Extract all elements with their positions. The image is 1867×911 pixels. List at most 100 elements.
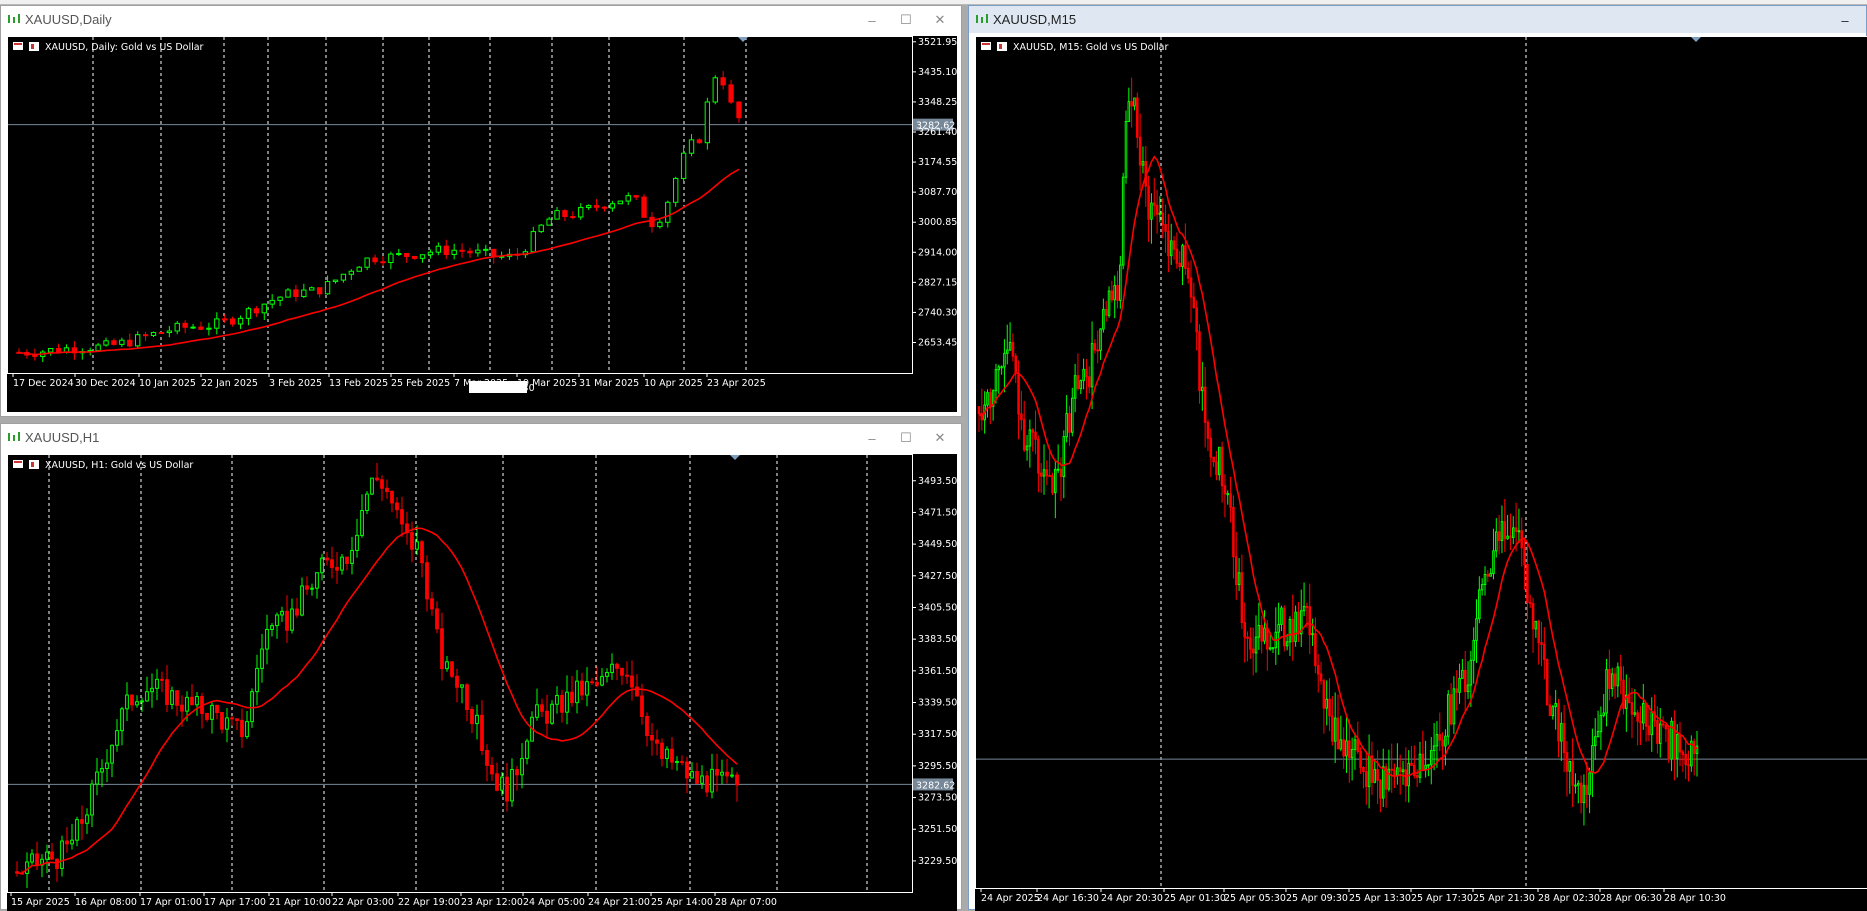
candle-body: [1176, 249, 1178, 263]
candle-body: [46, 852, 49, 859]
candle-body: [256, 668, 259, 691]
candle-body: [1470, 660, 1472, 685]
price-axis-label: 3273.50: [918, 793, 957, 804]
minimize-button[interactable]: –: [855, 9, 889, 31]
time-axis-label: 13 Feb 2025: [329, 378, 388, 389]
candle-body: [106, 763, 109, 768]
price-chart-daily[interactable]: 3282.623521.953435.103348.253261.403174.…: [7, 36, 957, 412]
candle-body: [1631, 703, 1633, 714]
price-tag: 3282.62: [913, 778, 955, 791]
candle-body: [1524, 548, 1526, 565]
candle-body: [697, 140, 701, 143]
candle-body: [1431, 750, 1433, 764]
candle-body: [1600, 715, 1602, 731]
candle-body: [1507, 536, 1509, 539]
candle: [1668, 725, 1670, 763]
candle-body: [1357, 740, 1359, 752]
minimize-button[interactable]: –: [855, 427, 889, 449]
time-axis-label: 25 Apr 21:30: [1473, 893, 1535, 904]
candle-body: [476, 715, 479, 723]
candle-body: [1544, 644, 1546, 659]
price-axis-label: 3295.50: [918, 761, 957, 772]
candle-body: [1326, 699, 1328, 708]
candle-body: [1558, 703, 1560, 741]
candle-body: [736, 775, 739, 785]
time-axis-label: 25 Apr 14:00: [651, 897, 713, 908]
time-axis-label: 22 Apr 19:00: [398, 897, 460, 908]
chart-area[interactable]: 3282.623521.953435.103348.253261.403174.…: [7, 36, 957, 412]
time-axis-label: 25 Apr 05:30: [1224, 893, 1286, 904]
candle-body: [1069, 414, 1071, 433]
time-axis-label: 10 Apr 2025: [644, 378, 703, 389]
candle-body: [1097, 350, 1099, 351]
close-button[interactable]: ✕: [923, 9, 957, 31]
close-button[interactable]: ✕: [923, 427, 957, 449]
window-title: XAUUSD,H1: [25, 430, 99, 445]
price-chart-h1[interactable]: 3282.623493.503471.503449.503427.503405.…: [7, 454, 957, 911]
candle-body: [1538, 621, 1540, 642]
maximize-button[interactable]: ☐: [889, 427, 923, 449]
symbol-icon-mark: [31, 44, 34, 49]
candle-body: [998, 367, 1000, 370]
candle-body: [506, 777, 509, 801]
minimize-button[interactable]: –: [1828, 9, 1862, 31]
price-chart-m15[interactable]: 24 Apr 202524 Apr 16:3024 Apr 20:3025 Ap…: [975, 36, 1867, 911]
candle-body: [1320, 674, 1322, 681]
candle-body: [1529, 602, 1531, 603]
time-axis-label: 24 Apr 05:00: [523, 897, 585, 908]
candle-body: [1255, 637, 1257, 653]
price-axis-label: 3348.25: [918, 97, 957, 108]
candle-body: [1414, 765, 1416, 775]
candle-body: [1456, 689, 1458, 692]
price-axis-label: 3087.70: [918, 187, 957, 198]
price-axis-label: 3361.50: [918, 666, 957, 677]
candle-body: [1233, 507, 1235, 556]
candle-body: [1029, 430, 1031, 446]
candle-body: [555, 211, 559, 219]
candle-body: [594, 206, 598, 208]
candle-body: [1569, 761, 1571, 771]
chart-window-h1[interactable]: XAUUSD,H1 – ☐ ✕ 3282.623493.503471.50344…: [0, 423, 962, 910]
candle-body: [420, 255, 424, 259]
candle-body: [1035, 432, 1037, 439]
candle-body: [1377, 770, 1379, 781]
candle-body: [326, 558, 329, 560]
chart-area[interactable]: 24 Apr 202524 Apr 16:3024 Apr 20:3025 Ap…: [975, 36, 1867, 911]
candle-body: [1391, 769, 1393, 770]
candle-body: [978, 407, 980, 414]
candle-body: [61, 841, 64, 868]
candle-body: [336, 567, 339, 570]
maximize-button[interactable]: ☐: [889, 9, 923, 31]
price-axis-label: 2827.15: [918, 277, 957, 288]
candle-body: [76, 820, 79, 841]
chart-window-m15[interactable]: XAUUSD,M15 – 24 Apr 202524 Apr 16:3024 A…: [968, 5, 1867, 910]
candle-body: [1074, 376, 1076, 399]
candle-body: [261, 649, 264, 668]
title-bar[interactable]: XAUUSD,Daily – ☐ ✕: [1, 6, 961, 33]
candle-body: [1015, 356, 1017, 373]
candle-body: [1153, 203, 1155, 205]
candle-body: [1202, 387, 1204, 390]
candle-body: [207, 328, 211, 329]
candle-body: [1498, 532, 1500, 541]
candle-body: [1018, 373, 1020, 414]
candle-body: [1422, 754, 1424, 769]
candle-body: [294, 290, 298, 297]
candle-body: [1046, 470, 1048, 476]
candle-body: [1247, 637, 1249, 638]
candle-body: [1278, 624, 1280, 632]
candle-body: [1473, 640, 1475, 660]
chart-area[interactable]: 3282.623493.503471.503449.503427.503405.…: [7, 454, 957, 911]
candle-body: [1634, 713, 1636, 714]
candle-body: [431, 599, 434, 609]
chart-window-daily[interactable]: XAUUSD,Daily – ☐ ✕ 3282.623521.953435.10…: [0, 5, 962, 417]
candle-body: [556, 695, 559, 704]
title-bar[interactable]: XAUUSD,H1 – ☐ ✕: [1, 424, 961, 451]
candle-body: [1371, 756, 1373, 782]
candle-body: [1659, 724, 1661, 743]
chart-background: [7, 36, 957, 412]
candle: [1447, 690, 1449, 745]
candle-body: [81, 820, 84, 824]
time-axis-label: 24 Apr 2025: [981, 893, 1040, 904]
title-bar[interactable]: XAUUSD,M15 –: [969, 6, 1866, 33]
